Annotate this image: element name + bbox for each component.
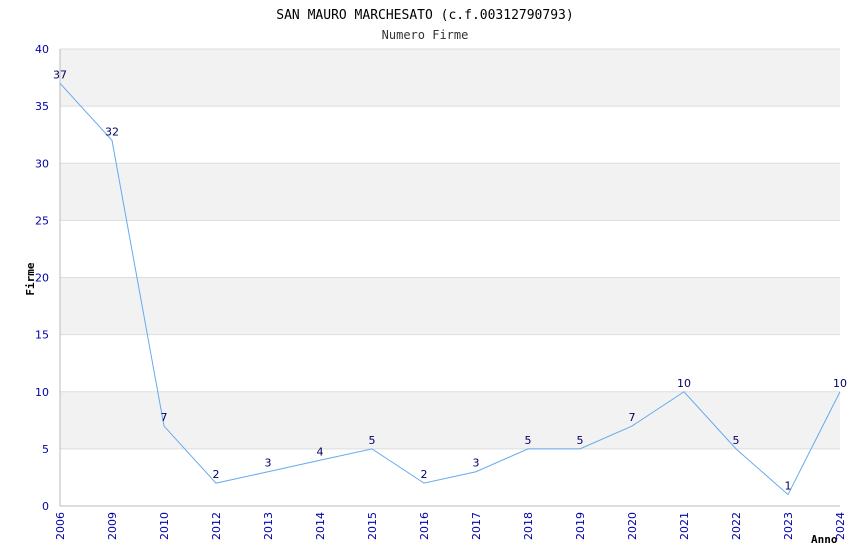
- x-tick-label: 2020: [626, 512, 639, 540]
- x-tick-labels: 2006 2009 2010 2012 2013 2014 2015 2016 2017 2018…: [54, 512, 847, 540]
- x-tick-label: 2015: [366, 512, 379, 540]
- x-tick-label: 2006: [54, 512, 67, 540]
- chart-title: SAN MAURO MARCHESATO (c.f.00312790793): [276, 8, 573, 23]
- y-tick-label: 35: [35, 100, 49, 113]
- data-label: 5: [733, 434, 740, 447]
- x-tick-label: 2012: [210, 512, 223, 540]
- y-tick-labels: 0 5 10 15 20 25 30 35 40: [35, 43, 49, 513]
- data-label: 2: [213, 468, 220, 481]
- x-tick-label: 2022: [730, 512, 743, 540]
- y-tick-label: 30: [35, 157, 49, 170]
- data-label: 2: [421, 468, 428, 481]
- data-label: 5: [525, 434, 532, 447]
- y-tick-label: 15: [35, 329, 49, 342]
- background-band: [60, 106, 840, 164]
- chart-subtitle: Numero Firme: [382, 28, 469, 42]
- x-tick-label: 2009: [106, 512, 119, 540]
- data-label: 32: [105, 125, 119, 138]
- data-label: 4: [317, 445, 324, 458]
- x-tick-label: 2023: [782, 512, 795, 540]
- data-label: 3: [265, 457, 272, 470]
- y-tick-label: 10: [35, 386, 49, 399]
- x-tick-label: 2010: [158, 512, 171, 540]
- y-tick-label: 5: [42, 443, 49, 456]
- y-tick-label: 20: [35, 272, 49, 285]
- y-tick-label: 25: [35, 214, 49, 227]
- data-label: 7: [161, 411, 168, 424]
- x-axis-label: Anno: [811, 533, 838, 546]
- data-label: 1: [785, 480, 792, 493]
- data-label: 5: [369, 434, 376, 447]
- line-chart: 0510152025303540 2006 2009 2010 2012 2013 201…: [24, 8, 847, 546]
- data-label: 10: [677, 377, 691, 390]
- background-band: [60, 277, 840, 335]
- x-tick-label: 2021: [678, 512, 691, 540]
- y-tick-label: 40: [35, 43, 49, 56]
- x-tick-label: 2017: [470, 512, 483, 540]
- x-tick-label: 2018: [522, 512, 535, 540]
- data-label: 3: [473, 457, 480, 470]
- data-label: 37: [53, 68, 67, 81]
- y-axis-label: Firme: [24, 262, 37, 295]
- background-band: [60, 163, 840, 221]
- x-tick-label: 2013: [262, 512, 275, 540]
- data-label: 7: [629, 411, 636, 424]
- background-band: [60, 220, 840, 278]
- x-tick-label: 2016: [418, 512, 431, 540]
- background-band: [60, 49, 840, 107]
- data-label: 10: [833, 377, 847, 390]
- x-tick-label: 2014: [314, 512, 327, 540]
- x-tick-label: 2019: [574, 512, 587, 540]
- background-band: [60, 334, 840, 392]
- data-label: 5: [577, 434, 584, 447]
- y-tick-label: 0: [42, 500, 49, 513]
